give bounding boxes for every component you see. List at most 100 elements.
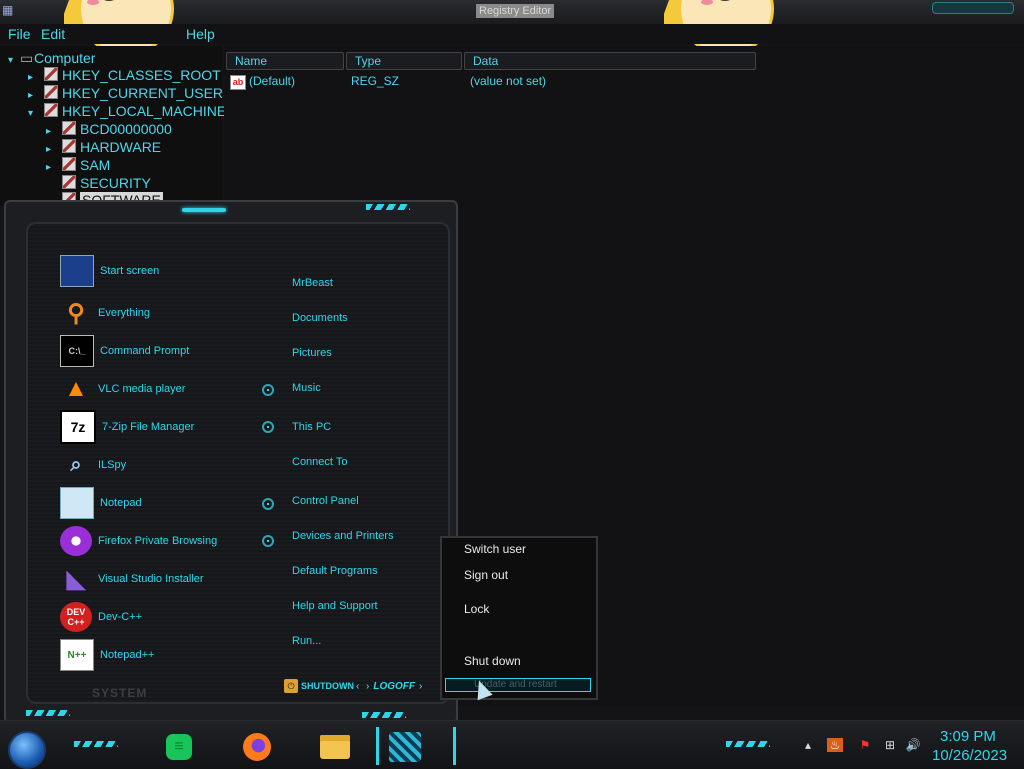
program-label: Dev-C++ [98,611,143,623]
taskbar-firefox[interactable] [240,731,274,763]
program-command-prompt[interactable]: C:\_ Command Prompt [60,334,260,368]
magnifier-icon: ⚲ [67,299,85,327]
tray-overflow-icon[interactable]: ▴ [800,738,816,752]
power-sign-out[interactable]: Sign out [464,568,508,582]
expand-arrow-icon[interactable]: ▸ [28,90,40,101]
power-shut-down[interactable]: Shut down [464,654,521,668]
tree-item-hardware[interactable]: ▸ HARDWARE [46,139,161,155]
window-title: Registry Editor [476,4,555,18]
menu-file[interactable]: File [8,26,31,42]
tree-item-label: Computer [34,50,96,66]
tree-item-security[interactable]: SECURITY [46,175,151,191]
program-ilspy[interactable]: ⌕ ILSpy [60,448,260,482]
program-everything[interactable]: ⚲ Everything [60,296,260,330]
chevron-right-icon: › [419,680,423,692]
power-switch-user[interactable]: Switch user [464,542,526,556]
place-default-programs[interactable]: Default Programs [292,565,378,577]
expand-arrow-icon[interactable]: ▸ [46,144,58,155]
registry-key-icon [44,85,58,99]
decor-dash [726,741,770,747]
decor-dash [74,741,118,747]
place-run[interactable]: Run... [292,635,321,647]
place-connect-to[interactable]: Connect To [292,456,347,468]
tree-item-label: BCD00000000 [80,121,172,137]
tree-item-computer[interactable]: ▾ ▭Computer [8,50,95,67]
notepad-icon [60,487,94,519]
program-label: Notepad [100,497,142,509]
submenu-arrow-icon [262,535,274,547]
power-update-restart[interactable]: Update and restart [445,678,591,692]
tree-item-label: SAM [80,157,111,173]
program-label: Start screen [100,265,160,277]
regedit-app-icon: ▦ [2,3,14,17]
tree-item-hklm[interactable]: ▾ HKEY_LOCAL_MACHINE [28,103,226,119]
shutdown-button[interactable]: ⏻ SHUTDOWN ‹ [284,678,359,694]
program-notepadpp[interactable]: N++ Notepad++ [60,638,260,672]
decor-bar [182,208,226,212]
start-button[interactable] [8,731,46,769]
expand-arrow-icon[interactable]: ▸ [46,126,58,137]
column-header-type[interactable]: Type [346,52,462,70]
tree-item-label: HKEY_CURRENT_USER [62,85,224,101]
tree-item-hkcr[interactable]: ▸ HKEY_CLASSES_ROOT [28,67,221,83]
column-header-name[interactable]: Name [226,52,344,70]
expand-arrow-icon[interactable]: ▸ [46,162,58,173]
power-lock[interactable]: Lock [464,602,489,616]
power-menu: Switch user Sign out Lock Shut down Upda… [440,536,598,700]
submenu-arrow-icon [262,384,274,396]
registry-key-icon [62,121,76,135]
logoff-button[interactable]: › LOGOFF › [366,678,422,694]
program-label: ILSpy [98,459,127,471]
tray-java-icon[interactable]: ♨ [827,738,843,752]
start-screen-icon [60,255,94,287]
logoff-label: LOGOFF [373,680,416,692]
tray-network-icon[interactable]: ⊞ [882,738,898,752]
table-row[interactable]: ab (Default) [230,74,295,90]
menu-help[interactable]: Help [186,26,215,42]
shutdown-label: SHUTDOWN [301,681,354,691]
tray-action-center-icon[interactable]: ⚑ [857,738,873,752]
place-this-pc[interactable]: This PC [292,421,331,433]
program-notepad[interactable]: Notepad [60,486,260,520]
registry-key-icon [62,175,76,189]
place-help-support[interactable]: Help and Support [292,600,378,612]
tree-item-hkcu[interactable]: ▸ HKEY_CURRENT_USER [28,85,223,101]
taskbar-registry-editor[interactable] [388,731,422,763]
row-data: (value not set) [470,74,547,88]
place-documents[interactable]: Documents [292,312,348,324]
place-pictures[interactable]: Pictures [292,347,332,359]
clock-time[interactable]: 3:09 PM [940,728,996,745]
devcpp-icon: DEV C++ [60,602,92,632]
program-devcpp[interactable]: DEV C++ Dev-C++ [60,600,260,634]
program-vs-installer[interactable]: ◣ Visual Studio Installer [60,562,260,596]
chevron-right-icon: › [366,680,370,692]
terminal-icon: C:\_ [60,335,94,367]
program-7zip[interactable]: 7z 7-Zip File Manager [60,410,260,444]
place-music[interactable]: Music [292,382,321,394]
program-firefox-private[interactable]: Firefox Private Browsing [60,524,260,558]
taskbar-file-explorer[interactable] [318,731,352,763]
tree-item-label: HKEY_CLASSES_ROOT [62,67,221,83]
column-header-data[interactable]: Data [464,52,756,70]
firefox-private-icon [60,526,92,556]
program-label: Everything [98,307,150,319]
window-controls[interactable] [932,2,1014,14]
taskbar-notes[interactable]: ≡ [162,731,196,763]
program-start-screen[interactable]: Start screen [60,254,260,288]
program-vlc[interactable]: ▲ VLC media player [60,372,260,406]
collapse-arrow-icon[interactable]: ▾ [8,55,20,66]
menu-edit[interactable]: Edit [41,26,65,42]
tree-item-sam[interactable]: ▸ SAM [46,157,110,173]
registry-key-icon [44,103,58,117]
expand-arrow-icon[interactable]: ▸ [28,72,40,83]
place-control-panel[interactable]: Control Panel [292,495,359,507]
tray-volume-icon[interactable]: 🔊 [905,738,921,752]
menu-bar: File Edit Help [0,24,1024,44]
row-type: REG_SZ [351,74,400,88]
collapse-arrow-icon[interactable]: ▾ [28,108,40,119]
registry-key-icon [62,157,76,171]
tree-item-bcd[interactable]: ▸ BCD00000000 [46,121,172,137]
place-mrbeast[interactable]: MrBeast [292,277,333,289]
clock-date[interactable]: 10/26/2023 [932,747,1007,764]
place-devices-printers[interactable]: Devices and Printers [292,530,394,542]
